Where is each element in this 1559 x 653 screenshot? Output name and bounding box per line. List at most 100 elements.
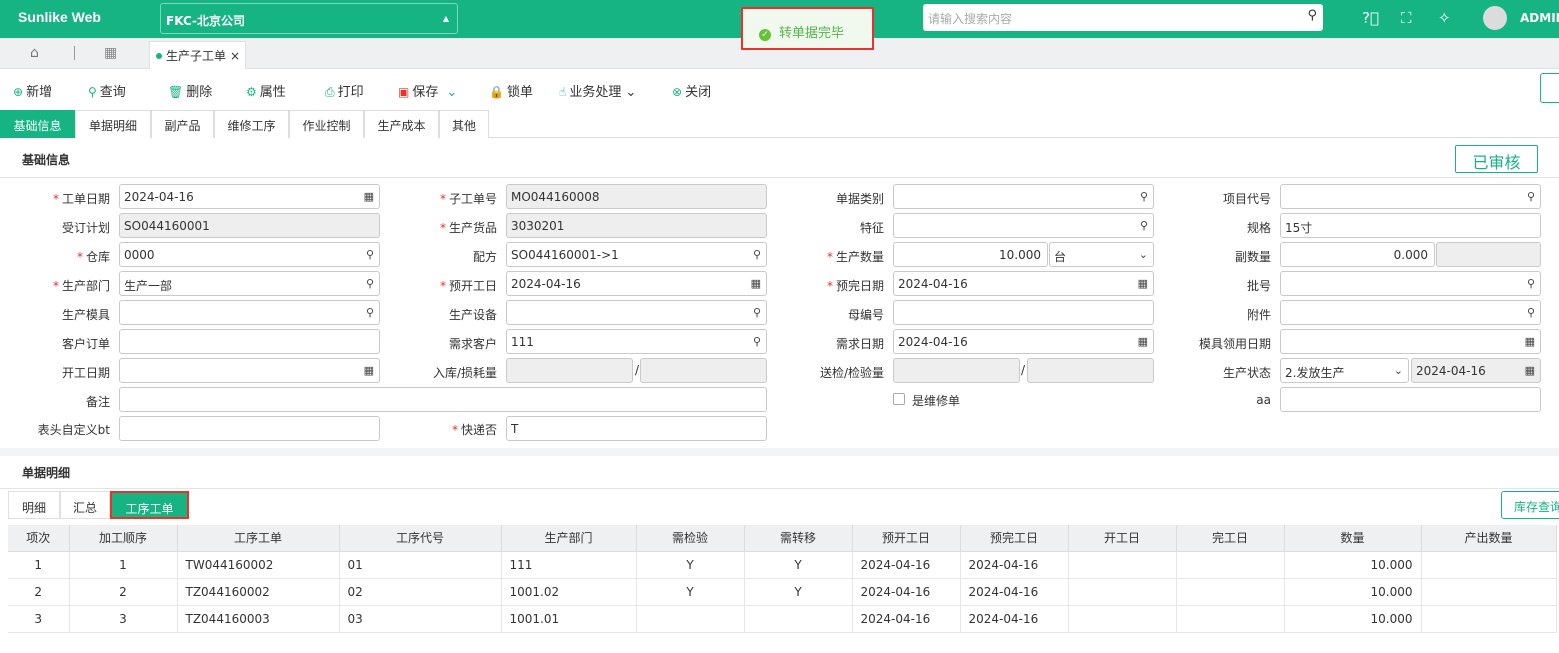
avatar[interactable] [1483, 6, 1507, 30]
calendar-icon[interactable]: ▦ [364, 364, 374, 377]
column-header[interactable]: 工序工单 [177, 525, 340, 552]
label-mold: 生产模具 [61, 308, 110, 322]
page-tab-sub-work-order[interactable]: 生产子工单 × [149, 41, 246, 69]
column-header[interactable]: 生产部门 [501, 525, 637, 552]
express-field[interactable]: T [506, 416, 767, 441]
tab-summary[interactable]: 汇总 [60, 491, 110, 519]
formula-field[interactable]: SO044160001->1 ⚲ [506, 242, 767, 267]
dept-field[interactable]: 生产一部 ⚲ [119, 271, 380, 296]
tab-by-product[interactable]: 副产品 [151, 110, 214, 138]
column-header[interactable]: 完工日 [1176, 525, 1285, 552]
tab-detail[interactable]: 单据明细 [75, 110, 151, 138]
close-icon[interactable]: × [230, 49, 240, 63]
page-tab-label: 生产子工单 [166, 49, 227, 63]
column-header[interactable]: 数量 [1284, 525, 1422, 552]
calendar-icon[interactable]: ▦ [364, 190, 374, 203]
doc-category-field[interactable]: ⚲ [893, 184, 1154, 209]
aa-field[interactable] [1280, 387, 1541, 412]
global-search-input[interactable]: 请输入搜索内容 ⚲ [923, 4, 1323, 31]
tab-detail-lines[interactable]: 明细 [8, 491, 60, 519]
quantity-field[interactable]: 10.000 [893, 242, 1048, 267]
tab-other[interactable]: 其他 [439, 110, 489, 138]
search-icon[interactable]: ⚲ [366, 306, 374, 319]
calendar-icon[interactable]: ▦ [1138, 277, 1148, 290]
home-icon[interactable]: ⌂ [30, 45, 39, 61]
spec-field[interactable]: 15寸 [1280, 213, 1541, 238]
calendar-icon[interactable]: ▦ [1138, 335, 1148, 348]
tab-work-control[interactable]: 作业控制 [289, 110, 364, 138]
calendar-icon[interactable]: ▦ [1525, 335, 1535, 348]
search-icon[interactable]: ⚲ [753, 335, 761, 348]
mold-field[interactable]: ⚲ [119, 300, 380, 325]
start-date-field[interactable]: ▦ [119, 358, 380, 383]
custom-bt-field[interactable] [119, 416, 380, 441]
equipment-field[interactable]: ⚲ [506, 300, 767, 325]
table-row[interactable]: 1 1 TW044160002 01 111 Y Y 2024-04-16 2024-04-16… [8, 551, 1557, 579]
help-icon[interactable]: ?⃝ [1362, 9, 1379, 27]
search-icon[interactable]: ⚲ [753, 248, 761, 261]
demand-date-field[interactable]: 2024-04-16 ▦ [893, 329, 1154, 354]
print-button[interactable]: ⎙ 打印 [325, 81, 364, 100]
column-header[interactable]: 预开工日 [852, 525, 961, 552]
close-button[interactable]: ⊗ 关闭 [672, 81, 711, 100]
search-icon[interactable]: ⚲ [1527, 190, 1535, 203]
search-icon[interactable]: ⚲ [1307, 8, 1317, 23]
parent-no-field[interactable] [893, 300, 1154, 325]
add-button[interactable]: ⊕ 新增 [13, 81, 52, 100]
property-button[interactable]: ⚙ 属性 [246, 81, 286, 100]
unit-select[interactable]: 台 ⌄ [1049, 242, 1154, 267]
project-code-field[interactable]: ⚲ [1280, 184, 1541, 209]
search-icon[interactable]: ⚲ [1140, 219, 1148, 232]
is-repair-checkbox[interactable] [893, 393, 905, 405]
business-button[interactable]: ☝ 业务处理 ⌄ [559, 81, 636, 100]
save-button[interactable]: ▣ 保存 ⌄ [398, 81, 457, 100]
chevron-down-icon[interactable]: ⌄ [446, 85, 457, 100]
tab-process-orders[interactable]: 工序工单 [110, 491, 189, 519]
tab-basic-info[interactable]: 基础信息 [0, 110, 75, 138]
warehouse-field[interactable]: 0000 ⚲ [119, 242, 380, 267]
fullscreen-icon[interactable]: ⛶ [1401, 9, 1412, 27]
column-header[interactable]: 加工顺序 [69, 525, 178, 552]
column-header[interactable]: 项次 [8, 525, 70, 552]
broom-icon[interactable]: ✧ [1438, 9, 1451, 27]
mold-date-field[interactable]: ▦ [1280, 329, 1541, 354]
customer-order-field[interactable] [119, 329, 380, 354]
search-icon[interactable]: ⚲ [366, 248, 374, 261]
divider [0, 177, 1559, 178]
column-header[interactable]: 产出数量 [1421, 525, 1557, 552]
column-header[interactable]: 需检验 [636, 525, 745, 552]
search-icon[interactable]: ⚲ [1527, 306, 1535, 319]
table-row[interactable]: 3 3 TZ044160003 03 1001.01 2024-04-16 2024-04-… [8, 605, 1557, 633]
stock-query-button[interactable]: 库存查询 [1501, 491, 1559, 519]
query-button[interactable]: ⚲ 查询 [88, 81, 126, 100]
remark-field[interactable] [119, 387, 767, 412]
company-select[interactable]: FKC-北京公司 ▲ [160, 3, 458, 34]
column-header[interactable]: 需转移 [744, 525, 853, 552]
settings-button[interactable] [1540, 73, 1559, 103]
column-header[interactable]: 预完工日 [960, 525, 1069, 552]
attachment-field[interactable]: ⚲ [1280, 300, 1541, 325]
work-date-field[interactable]: 2024-04-16 ▦ [119, 184, 380, 209]
grid-icon[interactable]: ▦ [104, 45, 117, 61]
label-warehouse: * 仓库 [76, 250, 110, 264]
batch-field[interactable]: ⚲ [1280, 271, 1541, 296]
column-header[interactable]: 工序代号 [339, 525, 502, 552]
tab-production-cost[interactable]: 生产成本 [364, 110, 439, 138]
plan-finish-field[interactable]: 2024-04-16 ▦ [893, 271, 1154, 296]
search-icon[interactable]: ⚲ [366, 277, 374, 290]
delete-button[interactable]: 🗑 删除 [168, 81, 212, 100]
demand-customer-field[interactable]: 111 ⚲ [506, 329, 767, 354]
search-icon[interactable]: ⚲ [1527, 277, 1535, 290]
search-icon[interactable]: ⚲ [753, 306, 761, 319]
plan-start-field[interactable]: 2024-04-16 ▦ [506, 271, 767, 296]
column-header[interactable]: 开工日 [1068, 525, 1177, 552]
table-row[interactable]: 2 2 TZ044160002 02 1001.02 Y Y 2024-04-16 2024-0… [8, 578, 1557, 606]
feature-field[interactable]: ⚲ [893, 213, 1154, 238]
prod-status-select[interactable]: 2.发放生产 ⌄ [1280, 358, 1409, 383]
calendar-icon[interactable]: ▦ [751, 277, 761, 290]
search-icon[interactable]: ⚲ [1140, 190, 1148, 203]
lock-button[interactable]: 🔒 锁单 [489, 81, 533, 100]
tab-repair-process[interactable]: 维修工序 [214, 110, 289, 138]
sub-quantity-field[interactable]: 0.000 [1280, 242, 1435, 267]
user-name[interactable]: ADMIN [1520, 11, 1559, 25]
